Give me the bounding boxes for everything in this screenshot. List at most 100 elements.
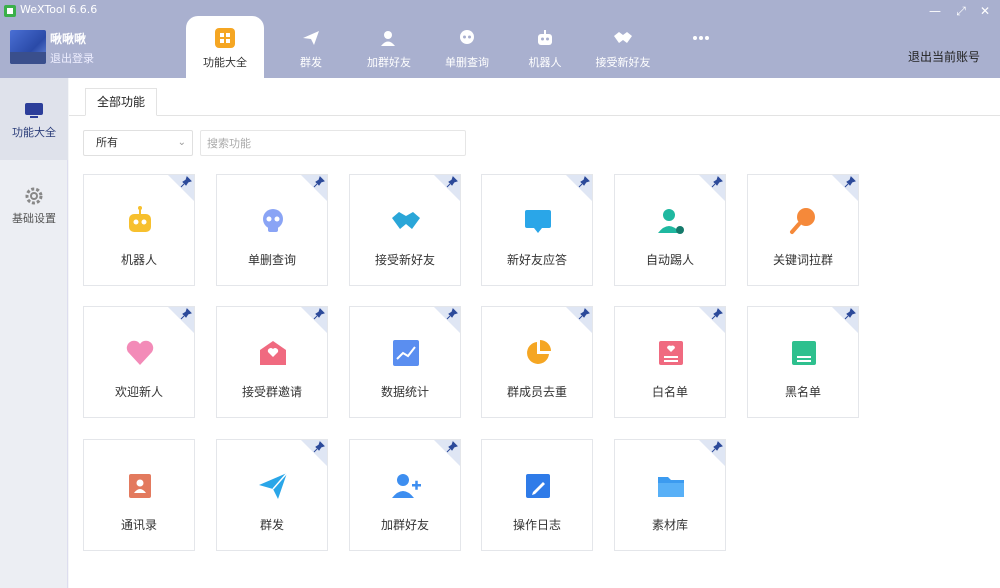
handshake-icon xyxy=(614,32,632,43)
tab-label: 群发 xyxy=(300,56,322,69)
monitor-icon xyxy=(25,103,43,118)
feature-card-operation-log[interactable]: 操作日志 xyxy=(481,439,593,551)
feature-card-robot[interactable]: 机器人 xyxy=(83,174,195,286)
chevron-down-icon: ⌄ xyxy=(177,137,186,148)
feature-card-label: 关键词拉群 xyxy=(772,253,833,267)
skull-icon xyxy=(460,30,474,44)
tab-robot[interactable]: 机器人 xyxy=(506,16,584,78)
feature-card-new-friend-reply[interactable]: 新好友应答 xyxy=(481,174,593,286)
pin-icon xyxy=(578,308,590,320)
grid-icon xyxy=(215,28,235,48)
pin-icon xyxy=(446,176,458,188)
blacklist-icon xyxy=(792,341,816,365)
tab-strip-divider xyxy=(69,115,1000,116)
pin-icon xyxy=(313,308,325,320)
search-input[interactable] xyxy=(200,130,466,156)
log-icon xyxy=(526,474,550,498)
feature-card-add-group-friends[interactable]: 加群好友 xyxy=(349,439,461,551)
tab-mass-send[interactable]: 群发 xyxy=(272,16,350,78)
feature-card-keyword-pull[interactable]: 关键词拉群 xyxy=(747,174,859,286)
gear-icon xyxy=(25,187,43,205)
sidebar-item-label: 功能大全 xyxy=(12,126,56,139)
feature-card-label: 加群好友 xyxy=(380,518,429,532)
pin-icon xyxy=(711,308,723,320)
feature-card-label: 素材库 xyxy=(651,518,688,532)
feature-card-label: 欢迎新人 xyxy=(114,385,163,399)
minimize-button[interactable]: — xyxy=(926,2,944,20)
close-button[interactable]: ✕ xyxy=(976,2,994,20)
add-user-icon xyxy=(381,31,395,46)
feature-card-accept-new-friends[interactable]: 接受新好友 xyxy=(349,174,461,286)
more-icon xyxy=(693,36,709,40)
handshake-icon xyxy=(392,212,420,229)
tab-feature-center[interactable]: 功能大全 xyxy=(186,16,264,78)
contacts-icon xyxy=(129,474,151,498)
tab-accept-new-friends[interactable]: 接受新好友 xyxy=(584,16,662,78)
feature-card-auto-kick[interactable]: 自动踢人 xyxy=(614,174,726,286)
tab-label: 接受新好友 xyxy=(595,56,651,69)
tab-delete-check[interactable]: 单删查询 xyxy=(428,16,506,78)
tab-more[interactable] xyxy=(662,16,740,78)
send-icon xyxy=(259,472,288,499)
user-name: 啾啾啾 xyxy=(50,32,87,46)
tab-label: 机器人 xyxy=(528,56,562,69)
pin-icon xyxy=(446,308,458,320)
sidebar-item-feature-center[interactable]: 功能大全 xyxy=(0,78,68,160)
pin-icon xyxy=(313,176,325,188)
feature-card-mass-send[interactable]: 群发 xyxy=(216,439,328,551)
feature-card-label: 数据统计 xyxy=(380,385,429,399)
avatar[interactable] xyxy=(10,30,46,64)
chat-icon xyxy=(525,210,551,233)
app-logo-icon xyxy=(4,5,16,17)
whitelist-icon xyxy=(659,341,683,365)
pie-icon xyxy=(527,340,551,364)
category-select-value: 所有 xyxy=(96,136,118,149)
pin-icon xyxy=(844,176,856,188)
sidebar-item-label: 基础设置 xyxy=(12,212,56,225)
send-icon xyxy=(303,31,319,45)
pin-icon xyxy=(711,176,723,188)
feature-card-welcome[interactable]: 欢迎新人 xyxy=(83,306,195,418)
mail-heart-icon xyxy=(260,341,286,365)
main-panel: 全部功能 所有 ⌄ 机器人 单删查询 接受新好友 新好友应答 xyxy=(69,78,1000,588)
heart-icon xyxy=(126,340,154,365)
tab-label: 单删查询 xyxy=(445,56,489,69)
feature-card-label: 接受新好友 xyxy=(374,253,435,267)
feature-card-label: 自动踢人 xyxy=(645,253,694,267)
pin-icon xyxy=(180,176,192,188)
feature-card-label: 通讯录 xyxy=(120,518,157,532)
pin-icon xyxy=(313,441,325,453)
logout-link[interactable]: 退出登录 xyxy=(50,50,94,66)
feature-card-label: 新好友应答 xyxy=(506,253,567,267)
kick-user-icon xyxy=(658,209,684,234)
feature-card-whitelist[interactable]: 白名单 xyxy=(614,306,726,418)
robot-icon xyxy=(129,206,151,232)
category-select[interactable]: 所有 ⌄ xyxy=(83,130,193,156)
feature-card-delete-check[interactable]: 单删查询 xyxy=(216,174,328,286)
feature-card-label: 群发 xyxy=(259,518,284,532)
feature-card-label: 机器人 xyxy=(120,253,157,267)
feature-card-blacklist[interactable]: 黑名单 xyxy=(747,306,859,418)
folder-icon xyxy=(658,477,684,497)
tab-label: 功能大全 xyxy=(203,56,247,69)
magnifier-icon xyxy=(790,208,815,234)
logout-account-button[interactable]: 退出当前账号 xyxy=(908,48,980,65)
feature-card-contacts[interactable]: 通讯录 xyxy=(83,439,195,551)
app-title: WeXTool 6.6.6 xyxy=(20,3,98,16)
pin-icon xyxy=(446,441,458,453)
maximize-button[interactable]: ⤢ xyxy=(952,2,970,20)
feature-card-dedupe[interactable]: 群成员去重 xyxy=(481,306,593,418)
feature-card-data-stats[interactable]: 数据统计 xyxy=(349,306,461,418)
sidebar-item-basic-settings[interactable]: 基础设置 xyxy=(0,164,68,246)
feature-card-label: 黑名单 xyxy=(784,385,821,399)
pin-icon xyxy=(711,441,723,453)
feature-card-accept-invite[interactable]: 接受群邀请 xyxy=(216,306,328,418)
tab-label: 加群好友 xyxy=(367,56,411,69)
tab-add-group-friends[interactable]: 加群好友 xyxy=(350,16,428,78)
robot-icon xyxy=(538,30,552,45)
feature-card-label: 接受群邀请 xyxy=(241,385,302,399)
feature-card-materials[interactable]: 素材库 xyxy=(614,439,726,551)
tab-all-features[interactable]: 全部功能 xyxy=(85,88,157,116)
sidebar: 功能大全 基础设置 xyxy=(0,78,68,588)
pin-icon xyxy=(844,308,856,320)
